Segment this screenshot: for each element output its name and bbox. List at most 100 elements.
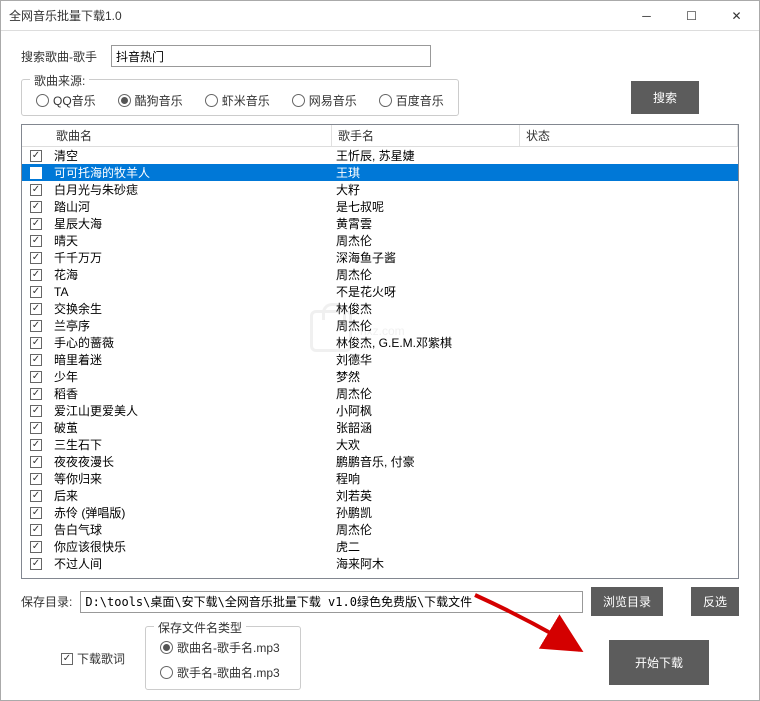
row-checkbox[interactable] <box>30 337 42 349</box>
table-row[interactable]: 可可托海的牧羊人王琪 <box>22 164 738 181</box>
radio-label: 百度音乐 <box>396 92 444 109</box>
table-row[interactable]: 告白气球周杰伦 <box>22 521 738 538</box>
table-row[interactable]: 交换余生林俊杰 <box>22 300 738 317</box>
cell-song: 星辰大海 <box>50 215 332 232</box>
cell-song: 后来 <box>50 487 332 504</box>
table-row[interactable]: 爱江山更爱美人小阿枫 <box>22 402 738 419</box>
filename-radio-0[interactable]: 歌曲名-歌手名.mp3 <box>160 639 280 656</box>
table-row[interactable]: 赤伶 (弹唱版)孙鹏凯 <box>22 504 738 521</box>
filename-radio-1[interactable]: 歌手名-歌曲名.mp3 <box>160 664 280 681</box>
radio-label: 歌手名-歌曲名.mp3 <box>177 664 280 681</box>
row-checkbox[interactable] <box>30 235 42 247</box>
cell-song: 清空 <box>50 147 332 164</box>
start-download-button[interactable]: 开始下载 <box>609 640 709 685</box>
row-checkbox[interactable] <box>30 388 42 400</box>
maximize-button[interactable]: ☐ <box>669 1 714 30</box>
app-window: 全网音乐批量下载1.0 ─ ☐ ✕ 搜索歌曲-歌手 歌曲来源: QQ音乐酷狗音乐… <box>0 0 760 701</box>
source-radio-1[interactable]: 酷狗音乐 <box>118 92 183 109</box>
cell-artist: 海来阿木 <box>332 555 520 572</box>
minimize-button[interactable]: ─ <box>624 1 669 30</box>
cell-song: 稻香 <box>50 385 332 402</box>
row-checkbox[interactable] <box>30 286 42 298</box>
table-body[interactable]: 清空王忻辰, 苏星婕可可托海的牧羊人王琪白月光与朱砂痣大籽踏山河是七叔呢星辰大海… <box>22 147 738 578</box>
cell-song: 告白气球 <box>50 521 332 538</box>
table-row[interactable]: 白月光与朱砂痣大籽 <box>22 181 738 198</box>
table-row[interactable]: 兰亭序周杰伦 <box>22 317 738 334</box>
table-row[interactable]: 清空王忻辰, 苏星婕 <box>22 147 738 164</box>
cell-song: 交换余生 <box>50 300 332 317</box>
table-row[interactable]: 手心的蔷薇林俊杰, G.E.M.邓紫棋 <box>22 334 738 351</box>
table-row[interactable]: 暗里着迷刘德华 <box>22 351 738 368</box>
search-row: 搜索歌曲-歌手 <box>21 45 739 67</box>
table-row[interactable]: 夜夜夜漫长鹏鹏音乐, 付豪 <box>22 453 738 470</box>
col-song[interactable]: 歌曲名 <box>50 125 332 146</box>
row-checkbox[interactable] <box>30 456 42 468</box>
save-path-input[interactable] <box>80 591 583 613</box>
search-input[interactable] <box>111 45 431 67</box>
table-row[interactable]: 花海周杰伦 <box>22 266 738 283</box>
row-checkbox[interactable] <box>30 150 42 162</box>
cell-artist: 周杰伦 <box>332 266 520 283</box>
row-checkbox[interactable] <box>30 524 42 536</box>
cell-song: 千千万万 <box>50 249 332 266</box>
row-checkbox[interactable] <box>30 184 42 196</box>
source-radio-3[interactable]: 网易音乐 <box>292 92 357 109</box>
cell-song: 爱江山更爱美人 <box>50 402 332 419</box>
radio-icon <box>379 94 392 107</box>
save-label: 保存目录: <box>21 593 72 610</box>
source-radio-2[interactable]: 虾米音乐 <box>205 92 270 109</box>
row-checkbox[interactable] <box>30 201 42 213</box>
row-checkbox[interactable] <box>30 354 42 366</box>
row-checkbox[interactable] <box>30 405 42 417</box>
lyrics-label: 下载歌词 <box>77 650 125 667</box>
close-button[interactable]: ✕ <box>714 1 759 30</box>
col-artist[interactable]: 歌手名 <box>332 125 520 146</box>
table-row[interactable]: 千千万万深海鱼子酱 <box>22 249 738 266</box>
row-checkbox[interactable] <box>30 252 42 264</box>
row-checkbox[interactable] <box>30 371 42 383</box>
col-status[interactable]: 状态 <box>520 125 738 146</box>
row-checkbox[interactable] <box>30 422 42 434</box>
source-radio-4[interactable]: 百度音乐 <box>379 92 444 109</box>
table-row[interactable]: 你应该很快乐虎二 <box>22 538 738 555</box>
invert-button[interactable]: 反选 <box>691 587 739 616</box>
table-row[interactable]: 后来刘若英 <box>22 487 738 504</box>
table-row[interactable]: 少年梦然 <box>22 368 738 385</box>
cell-song: 不过人间 <box>50 555 332 572</box>
cell-artist: 周杰伦 <box>332 232 520 249</box>
lyrics-checkbox[interactable]: 下载歌词 <box>61 650 125 667</box>
table-row[interactable]: 破茧张韶涵 <box>22 419 738 436</box>
row-checkbox[interactable] <box>30 269 42 281</box>
cell-song: 晴天 <box>50 232 332 249</box>
row-checkbox[interactable] <box>30 473 42 485</box>
table-header: 歌曲名 歌手名 状态 <box>22 125 738 147</box>
cell-artist: 周杰伦 <box>332 385 520 402</box>
browse-button[interactable]: 浏览目录 <box>591 587 663 616</box>
radio-label: QQ音乐 <box>53 92 96 109</box>
row-checkbox[interactable] <box>30 558 42 570</box>
row-checkbox[interactable] <box>30 218 42 230</box>
row-checkbox[interactable] <box>30 541 42 553</box>
row-checkbox[interactable] <box>30 167 42 179</box>
row-checkbox[interactable] <box>30 490 42 502</box>
table-row[interactable]: 等你归来程响 <box>22 470 738 487</box>
cell-song: 破茧 <box>50 419 332 436</box>
table-row[interactable]: 稻香周杰伦 <box>22 385 738 402</box>
row-checkbox[interactable] <box>30 439 42 451</box>
cell-song: 夜夜夜漫长 <box>50 453 332 470</box>
table-row[interactable]: 三生石下大欢 <box>22 436 738 453</box>
cell-song: 兰亭序 <box>50 317 332 334</box>
radio-label: 虾米音乐 <box>222 92 270 109</box>
row-checkbox[interactable] <box>30 507 42 519</box>
table-row[interactable]: 不过人间海来阿木 <box>22 555 738 572</box>
table-row[interactable]: 踏山河是七叔呢 <box>22 198 738 215</box>
table-row[interactable]: 晴天周杰伦 <box>22 232 738 249</box>
radio-icon <box>36 94 49 107</box>
table-row[interactable]: 星辰大海黄霄雲 <box>22 215 738 232</box>
table-row[interactable]: TA不是花火呀 <box>22 283 738 300</box>
row-checkbox[interactable] <box>30 320 42 332</box>
row-checkbox[interactable] <box>30 303 42 315</box>
source-radio-0[interactable]: QQ音乐 <box>36 92 96 109</box>
cell-song: 少年 <box>50 368 332 385</box>
search-button[interactable]: 搜索 <box>631 81 699 114</box>
